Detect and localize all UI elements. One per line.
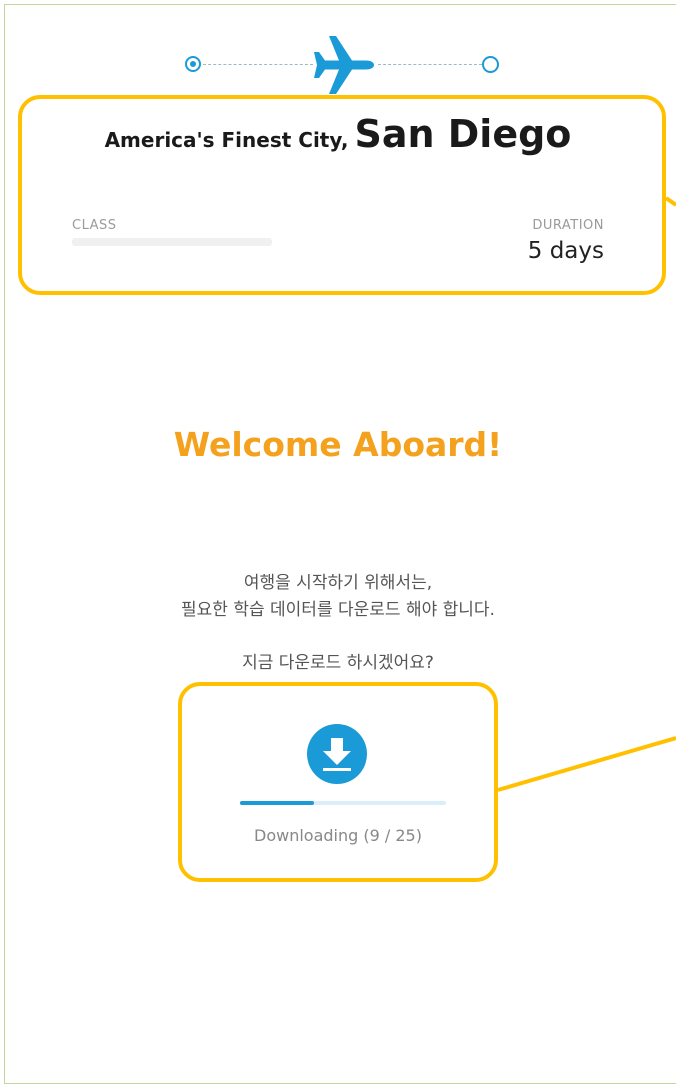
welcome-message-line2: 필요한 학습 데이터를 다운로드 해야 합니다.: [181, 600, 495, 620]
route-line: [203, 64, 313, 65]
route-line: [378, 64, 482, 65]
destination-dot-icon: [482, 56, 499, 73]
highlight-box-destination: [18, 95, 666, 295]
origin-dot-icon: [185, 56, 201, 72]
welcome-title: Welcome Aboard!: [173, 425, 503, 464]
highlight-box-download: [178, 682, 498, 882]
airplane-icon: [314, 36, 374, 94]
welcome-message-line1: 여행을 시작하기 위해서는,: [243, 573, 433, 593]
download-question: 지금 다운로드 하시겠어요?: [242, 653, 434, 673]
route-indicator: [0, 0, 676, 110]
